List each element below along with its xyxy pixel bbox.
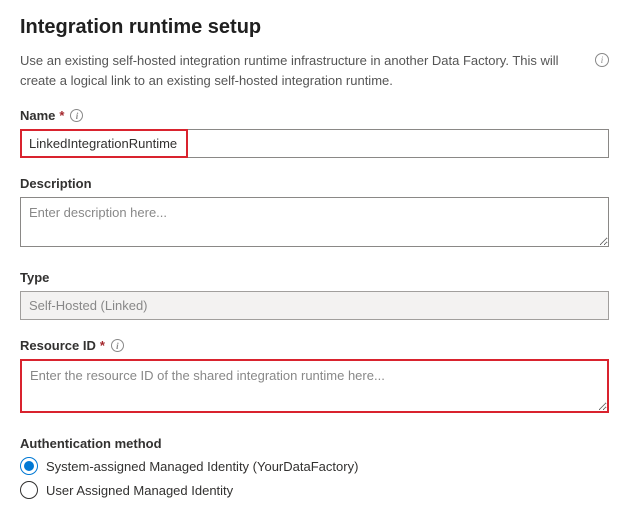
description-input[interactable] — [20, 197, 609, 247]
auth-option-label: User Assigned Managed Identity — [46, 483, 233, 498]
type-label: Type — [20, 270, 609, 285]
type-label-text: Type — [20, 270, 49, 285]
page-subtitle: Use an existing self-hosted integration … — [20, 51, 587, 90]
info-icon[interactable]: i — [70, 109, 83, 122]
name-label: Name * i — [20, 108, 609, 123]
resource-id-input[interactable] — [20, 359, 609, 413]
page-title: Integration runtime setup — [20, 16, 609, 39]
radio-icon — [20, 457, 38, 475]
name-input[interactable] — [20, 129, 609, 158]
auth-option-label: System-assigned Managed Identity (YourDa… — [46, 459, 358, 474]
resource-id-label: Resource ID * i — [20, 338, 609, 353]
required-asterisk: * — [100, 338, 105, 353]
resource-id-label-text: Resource ID — [20, 338, 96, 353]
description-label-text: Description — [20, 176, 92, 191]
info-icon[interactable]: i — [595, 53, 609, 67]
auth-method-label: Authentication method — [20, 436, 609, 451]
required-asterisk: * — [59, 108, 64, 123]
auth-method-label-text: Authentication method — [20, 436, 162, 451]
radio-icon — [20, 481, 38, 499]
name-label-text: Name — [20, 108, 55, 123]
auth-option-system[interactable]: System-assigned Managed Identity (YourDa… — [20, 457, 609, 475]
info-icon[interactable]: i — [111, 339, 124, 352]
description-label: Description — [20, 176, 609, 191]
type-input — [20, 291, 609, 320]
auth-option-user[interactable]: User Assigned Managed Identity — [20, 481, 609, 499]
